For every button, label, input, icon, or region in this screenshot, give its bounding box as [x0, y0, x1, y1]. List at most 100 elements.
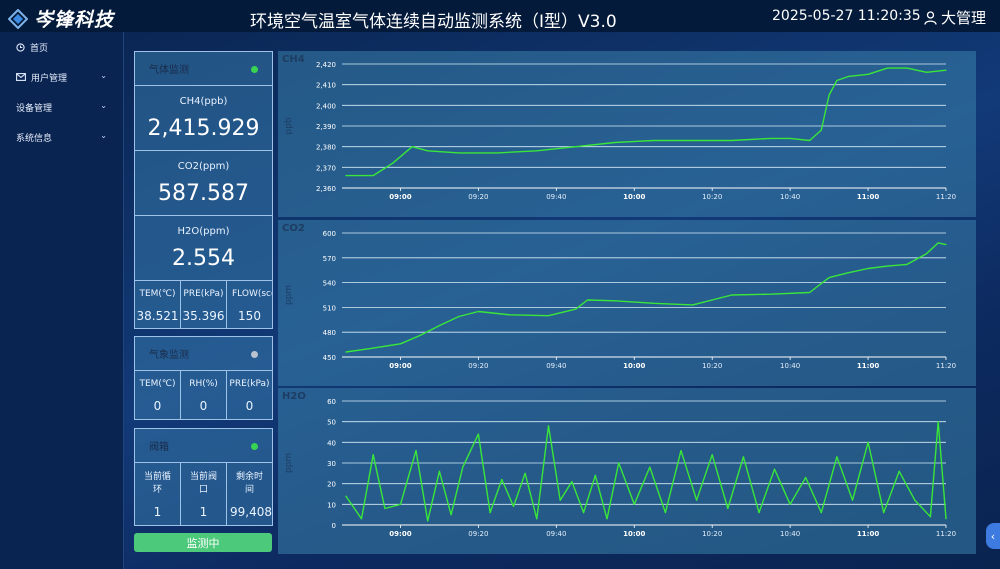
data-point: [867, 267, 869, 270]
data-point: [536, 150, 538, 152]
x-tick-label: 11:00: [857, 362, 879, 370]
data-point: [419, 334, 421, 337]
chevron-down-icon: ⌄: [100, 131, 107, 140]
x-tick-label: 09:20: [468, 530, 488, 538]
chart-title: CO2: [282, 223, 305, 234]
data-point: [925, 253, 928, 255]
data-point: [653, 302, 655, 304]
y-tick-label: 2,390: [316, 123, 336, 131]
y-tick-label: 2,400: [316, 102, 336, 110]
weather-tem-label: TEM(℃): [139, 379, 176, 389]
data-point: [692, 139, 694, 142]
x-tick-label: 11:20: [936, 362, 956, 370]
co2-value: 587.587: [158, 181, 249, 206]
data-point: [820, 512, 822, 514]
x-tick-label: 10:20: [702, 362, 722, 370]
sidebar-item-label: 系统信息: [16, 133, 53, 144]
data-point: [731, 139, 733, 142]
data-point: [770, 293, 772, 295]
data-point: [906, 263, 908, 266]
sidebar-item-label: 首页: [30, 43, 49, 54]
page-title: 环境空气温室气体连续自动监测系统（Ⅰ型）V3.0: [250, 12, 617, 32]
logo: 岑锋科技: [8, 5, 114, 32]
data-point: [789, 503, 791, 505]
x-tick-label: 09:20: [468, 193, 488, 201]
x-tick-label: 09:00: [389, 362, 411, 370]
data-point: [368, 348, 370, 350]
data-point: [886, 67, 889, 69]
sidebar-item-system-info[interactable]: 系统信息 ⌄: [0, 122, 123, 152]
ch4-chart-svg: CH4 ppb 2,360 2,370 2,380 2,390 2,400 2,410 2,42…: [282, 54, 956, 201]
data-point: [575, 308, 577, 310]
data-point: [809, 291, 811, 294]
data-point: [692, 304, 694, 306]
pre-value: 35.396: [182, 309, 225, 323]
panel-title: 阀箱: [149, 442, 169, 453]
data-point: [547, 425, 550, 427]
y-tick-label: 20: [327, 481, 336, 489]
data-point: [664, 512, 667, 514]
collapse-panel-button[interactable]: ‹: [986, 523, 1000, 549]
chart-title: CH4: [282, 54, 305, 65]
sidebar-item-devices[interactable]: 设备管理 ⌄: [0, 92, 123, 122]
data-point: [711, 454, 713, 456]
panel-title: 气体监测: [149, 65, 189, 76]
x-tick-label: 09:00: [389, 193, 411, 201]
home-icon: [16, 42, 25, 52]
data-point: [789, 137, 791, 139]
data-point: [438, 470, 441, 472]
data-point: [559, 499, 561, 501]
flow-value: 150: [238, 309, 261, 323]
remaining-value: 99,408,6: [230, 505, 272, 519]
co2-chart-svg: CO2 ppm 450 480 510 540 570 600 09:00 09:20 09:40 1…: [282, 223, 956, 370]
sidebar-item-label: 用户管理: [31, 73, 68, 84]
data-point: [575, 146, 577, 148]
x-tick-label: 11:00: [857, 193, 879, 201]
data-point: [847, 272, 850, 274]
top-bar: 岑锋科技 环境空气温室气体连续自动监测系统（Ⅰ型）V3.0 2025-05-27…: [0, 0, 1000, 32]
cycle-cell: 当前循环 1: [135, 463, 181, 526]
data-point: [618, 462, 620, 464]
data-point: [731, 294, 733, 296]
data-point: [345, 495, 347, 497]
weather-tem-value: 0: [153, 399, 162, 413]
sidebar-item-users[interactable]: 用户管理 ⌄: [0, 62, 123, 92]
logo-icon: [8, 8, 28, 29]
data-point: [427, 520, 429, 522]
y-tick-label: 570: [323, 255, 336, 263]
x-tick-label: 09:20: [468, 362, 488, 370]
user-menu[interactable]: 大管理: [924, 7, 986, 28]
data-point: [742, 456, 744, 458]
y-tick-label: 50: [327, 419, 336, 427]
data-point: [512, 505, 515, 507]
data-point: [770, 137, 772, 139]
data-point: [477, 310, 479, 313]
data-point: [945, 69, 947, 71]
y-tick-label: 30: [327, 460, 336, 468]
data-point: [524, 472, 526, 474]
data-point: [727, 507, 729, 510]
data-point: [886, 265, 889, 267]
sidebar-item-home[interactable]: 首页: [0, 32, 123, 62]
data-point: [372, 175, 374, 177]
data-point: [937, 242, 939, 244]
data-point: [836, 456, 838, 458]
data-point: [828, 277, 830, 279]
series-line: [345, 421, 947, 522]
weather-pre-label: PRE(kPa): [229, 379, 270, 389]
weather-rh-value: 0: [199, 399, 208, 413]
data-point: [805, 476, 807, 479]
data-point: [809, 139, 811, 142]
monitoring-status-button[interactable]: 监测中: [134, 533, 272, 552]
chevron-down-icon: ⌄: [100, 71, 107, 80]
data-point: [925, 71, 928, 73]
data-point: [867, 73, 869, 75]
tem-cell: TEM(℃) 38.521: [135, 281, 181, 329]
data-point: [489, 512, 491, 514]
panel-title: 气象监测: [149, 350, 189, 361]
main-content: 气体监测 CH4(ppb) 2,415.929 CO2(ppm) 587.587…: [124, 32, 1000, 569]
chevron-left-icon: ‹: [990, 529, 996, 543]
pre-label: PRE(kPa): [183, 289, 224, 299]
data-point: [606, 518, 608, 520]
data-point: [614, 300, 616, 302]
